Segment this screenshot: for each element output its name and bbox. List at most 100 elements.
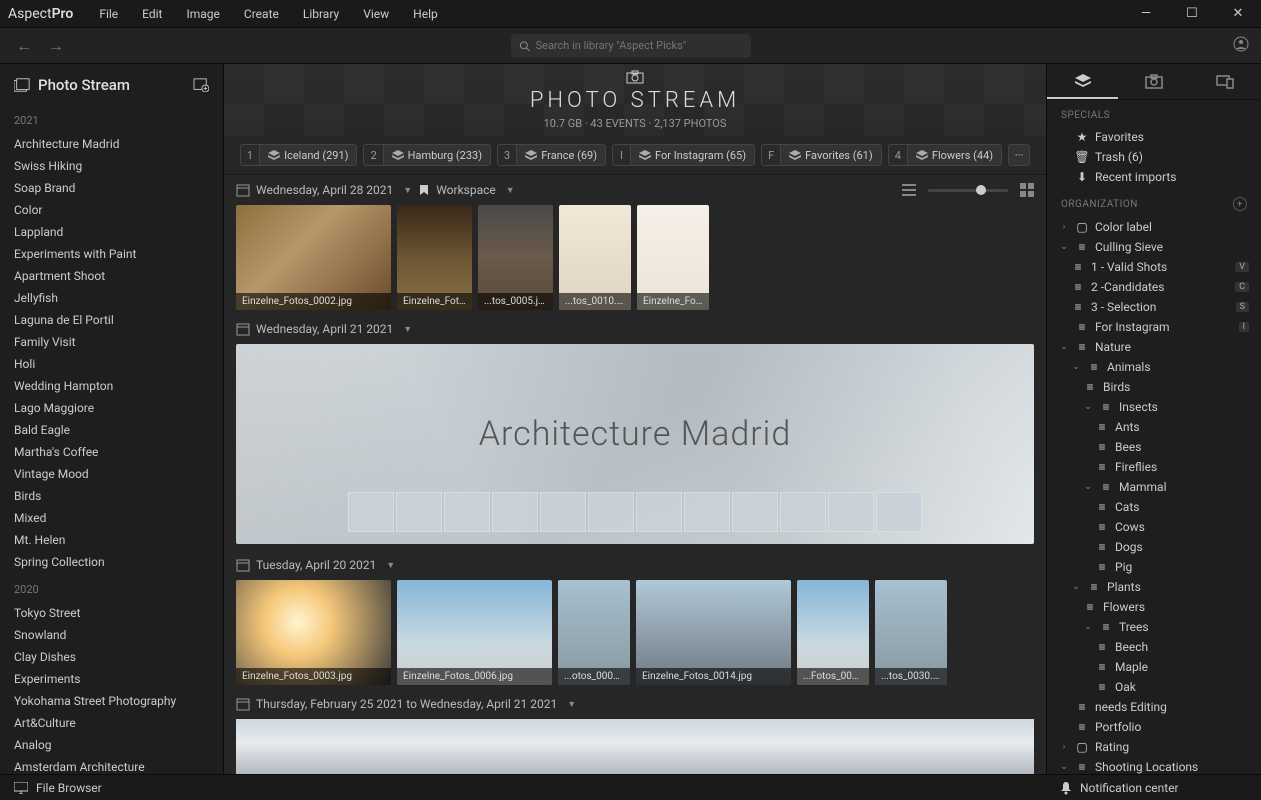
date-label[interactable]: Wednesday, April 28 2021 bbox=[256, 183, 393, 197]
date-label[interactable]: Thursday, February 25 2021 to Wednesday,… bbox=[256, 697, 557, 711]
filter-chip[interactable]: 2Hamburg (233) bbox=[363, 144, 491, 166]
event-item[interactable]: Mixed bbox=[14, 507, 209, 529]
tree-item-dogs[interactable]: ≡Dogs bbox=[1055, 537, 1253, 557]
mini-thumb[interactable] bbox=[732, 492, 778, 532]
list-view-icon[interactable] bbox=[902, 183, 916, 197]
event-item[interactable]: Amsterdam Architecture bbox=[14, 756, 209, 774]
tree-item-rating[interactable]: ›▢Rating bbox=[1055, 737, 1253, 757]
mini-thumb[interactable] bbox=[588, 492, 634, 532]
tree-item-trash[interactable]: ›🗑Trash (6) bbox=[1055, 147, 1253, 167]
tree-item-plants[interactable]: ⌄≡Plants bbox=[1055, 577, 1253, 597]
add-organization-button[interactable]: + bbox=[1233, 197, 1247, 211]
mini-thumb[interactable] bbox=[396, 492, 442, 532]
event-item[interactable]: Color bbox=[14, 199, 209, 221]
tree-item-favorites[interactable]: ›★Favorites bbox=[1055, 127, 1253, 147]
event-item[interactable]: Soap Brand bbox=[14, 177, 209, 199]
grid-view-icon[interactable] bbox=[1020, 183, 1034, 197]
tree-item-needs-editing[interactable]: ›≡needs Editing bbox=[1055, 697, 1253, 717]
nav-back-button[interactable]: ← bbox=[12, 34, 36, 58]
more-chips-button[interactable]: ··· bbox=[1008, 144, 1030, 166]
menu-edit[interactable]: Edit bbox=[132, 3, 172, 25]
event-item[interactable]: Experiments bbox=[14, 668, 209, 690]
event-item[interactable]: Architecture Madrid bbox=[14, 133, 209, 155]
event-item[interactable]: Bald Eagle bbox=[14, 419, 209, 441]
event-item[interactable]: Analog bbox=[14, 734, 209, 756]
filter-chip[interactable]: 1Iceland (291) bbox=[240, 144, 358, 166]
tree-item-recent-imports[interactable]: ›⬇Recent imports bbox=[1055, 167, 1253, 187]
menu-library[interactable]: Library bbox=[293, 3, 349, 25]
filter-chip[interactable]: FFavorites (61) bbox=[761, 144, 882, 166]
tree-item-candidates[interactable]: ≡2 -CandidatesC bbox=[1055, 277, 1253, 297]
photo-thumbnail[interactable]: Einzelne_Fotos_0006.jpg bbox=[397, 580, 552, 685]
mini-thumb[interactable] bbox=[780, 492, 826, 532]
minimize-button[interactable]: — bbox=[1131, 6, 1161, 21]
event-banner[interactable]: Architecture Madrid bbox=[236, 344, 1034, 544]
event-item[interactable]: Swiss Hiking bbox=[14, 155, 209, 177]
mini-thumb[interactable] bbox=[540, 492, 586, 532]
tree-item-maple[interactable]: ≡Maple bbox=[1055, 657, 1253, 677]
date-label[interactable]: Tuesday, April 20 2021 bbox=[256, 558, 376, 572]
event-item[interactable]: Mt. Helen bbox=[14, 529, 209, 551]
photo-thumbnail[interactable]: Einzelne_Fotos_0012.jpg bbox=[637, 205, 709, 310]
zoom-slider[interactable] bbox=[928, 189, 1008, 192]
event-item[interactable]: Yokohama Street Photography bbox=[14, 690, 209, 712]
photo-thumbnail[interactable]: Einzelne_Fotos_0014.jpg bbox=[636, 580, 791, 685]
event-item[interactable]: Wedding Hampton bbox=[14, 375, 209, 397]
event-item[interactable]: Snowland bbox=[14, 624, 209, 646]
menu-view[interactable]: View bbox=[353, 3, 399, 25]
tree-item-fireflies[interactable]: ≡Fireflies bbox=[1055, 457, 1253, 477]
event-item[interactable]: Tokyo Street bbox=[14, 602, 209, 624]
mini-thumb[interactable] bbox=[828, 492, 874, 532]
tree-item-portfolio[interactable]: ›≡Portfolio bbox=[1055, 717, 1253, 737]
mini-thumb[interactable] bbox=[876, 492, 922, 532]
tree-item-valid-shots[interactable]: ≡1 - Valid ShotsV bbox=[1055, 257, 1253, 277]
add-event-icon[interactable] bbox=[193, 78, 209, 92]
photo-thumbnail[interactable]: ...tos_0030.jpg bbox=[875, 580, 947, 685]
tree-item-insects[interactable]: ⌄≡Insects bbox=[1055, 397, 1253, 417]
mini-thumb[interactable] bbox=[636, 492, 682, 532]
nav-forward-button[interactable]: → bbox=[44, 34, 68, 58]
event-item[interactable]: Lago Maggiore bbox=[14, 397, 209, 419]
event-item[interactable]: Art&Culture bbox=[14, 712, 209, 734]
close-button[interactable]: ✕ bbox=[1223, 6, 1253, 21]
event-item[interactable]: Apartment Shoot bbox=[14, 265, 209, 287]
event-item[interactable]: Jellyfish bbox=[14, 287, 209, 309]
search-box[interactable] bbox=[511, 34, 751, 58]
event-item[interactable]: Laguna de El Portil bbox=[14, 309, 209, 331]
tree-item-animals[interactable]: ⌄≡Animals bbox=[1055, 357, 1253, 377]
tree-item-culling-sieve[interactable]: ⌄≡Culling Sieve bbox=[1055, 237, 1253, 257]
tree-item-ants[interactable]: ≡Ants bbox=[1055, 417, 1253, 437]
photo-thumbnail[interactable]: ...tos_0005.jpg bbox=[478, 205, 553, 310]
tree-item-nature[interactable]: ⌄≡Nature bbox=[1055, 337, 1253, 357]
event-item[interactable]: Experiments with Paint bbox=[14, 243, 209, 265]
photo-thumbnail[interactable]: ...otos_0007.jpg bbox=[558, 580, 630, 685]
search-input[interactable] bbox=[536, 39, 743, 52]
photo-thumbnail[interactable]: Einzelne_Fotos_0003.jpg bbox=[236, 580, 391, 685]
event-item[interactable]: Vintage Mood bbox=[14, 463, 209, 485]
tree-item-for-instagram[interactable]: ›≡For InstagramI bbox=[1055, 317, 1253, 337]
filter-chip[interactable]: IFor Instagram (65) bbox=[612, 144, 755, 166]
mini-thumb[interactable] bbox=[444, 492, 490, 532]
filter-chip[interactable]: 4Flowers (44) bbox=[888, 144, 1002, 166]
notification-center-button[interactable]: Notification center bbox=[1046, 781, 1261, 795]
photo-thumbnail[interactable]: Einzelne_Fotos_0002.jpg bbox=[236, 205, 391, 310]
file-browser-button[interactable]: File Browser bbox=[0, 781, 224, 795]
menu-file[interactable]: File bbox=[89, 3, 128, 25]
menu-image[interactable]: Image bbox=[176, 3, 229, 25]
tree-item-selection[interactable]: ≡3 - SelectionS bbox=[1055, 297, 1253, 317]
event-banner-partial[interactable] bbox=[236, 719, 1034, 774]
tree-item-flowers[interactable]: ≡Flowers bbox=[1055, 597, 1253, 617]
tree-item-beech[interactable]: ≡Beech bbox=[1055, 637, 1253, 657]
event-item[interactable]: Holi bbox=[14, 353, 209, 375]
photo-thumbnail[interactable]: ...tos_0010.jpg bbox=[559, 205, 631, 310]
event-item[interactable]: Martha's Coffee bbox=[14, 441, 209, 463]
user-avatar-icon[interactable] bbox=[1233, 36, 1249, 55]
event-item[interactable]: Spring Collection bbox=[14, 551, 209, 573]
tab-devices[interactable] bbox=[1190, 64, 1261, 99]
event-item[interactable]: Clay Dishes bbox=[14, 646, 209, 668]
filter-chip[interactable]: 3France (69) bbox=[497, 144, 606, 166]
mini-thumb[interactable] bbox=[348, 492, 394, 532]
tree-item-pig[interactable]: ≡Pig bbox=[1055, 557, 1253, 577]
menu-help[interactable]: Help bbox=[403, 3, 448, 25]
menu-create[interactable]: Create bbox=[234, 3, 289, 25]
